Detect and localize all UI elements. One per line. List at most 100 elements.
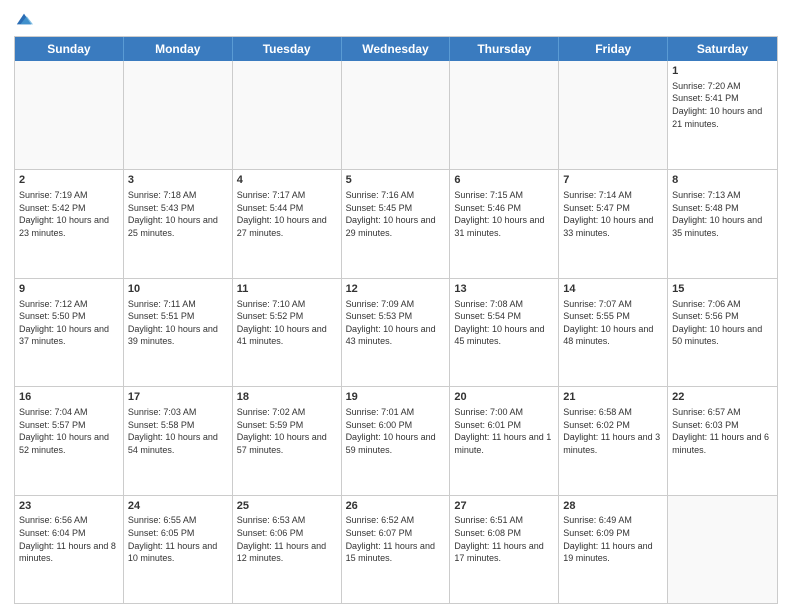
day-number: 14 — [563, 282, 663, 297]
day-info: Sunrise: 6:56 AM Sunset: 6:04 PM Dayligh… — [19, 514, 119, 564]
logo — [14, 10, 33, 28]
day-info: Sunrise: 6:55 AM Sunset: 6:05 PM Dayligh… — [128, 514, 228, 564]
day-info: Sunrise: 7:20 AM Sunset: 5:41 PM Dayligh… — [672, 80, 773, 130]
day-info: Sunrise: 7:06 AM Sunset: 5:56 PM Dayligh… — [672, 298, 773, 348]
week-row-4: 16Sunrise: 7:04 AM Sunset: 5:57 PM Dayli… — [15, 386, 777, 494]
day-header-tuesday: Tuesday — [233, 37, 342, 61]
header — [14, 10, 778, 28]
day-info: Sunrise: 7:17 AM Sunset: 5:44 PM Dayligh… — [237, 189, 337, 239]
week-row-3: 9Sunrise: 7:12 AM Sunset: 5:50 PM Daylig… — [15, 278, 777, 386]
day-number: 2 — [19, 173, 119, 188]
day-cell-8: 8Sunrise: 7:13 AM Sunset: 5:48 PM Daylig… — [668, 170, 777, 277]
day-number: 16 — [19, 390, 119, 405]
day-info: Sunrise: 7:02 AM Sunset: 5:59 PM Dayligh… — [237, 406, 337, 456]
day-cell-18: 18Sunrise: 7:02 AM Sunset: 5:59 PM Dayli… — [233, 387, 342, 494]
day-info: Sunrise: 6:57 AM Sunset: 6:03 PM Dayligh… — [672, 406, 773, 456]
day-info: Sunrise: 6:49 AM Sunset: 6:09 PM Dayligh… — [563, 514, 663, 564]
logo-text — [14, 10, 33, 28]
day-info: Sunrise: 7:09 AM Sunset: 5:53 PM Dayligh… — [346, 298, 446, 348]
day-cell-1: 1Sunrise: 7:20 AM Sunset: 5:41 PM Daylig… — [668, 61, 777, 169]
day-number: 5 — [346, 173, 446, 188]
day-number: 25 — [237, 499, 337, 514]
day-cell-6: 6Sunrise: 7:15 AM Sunset: 5:46 PM Daylig… — [450, 170, 559, 277]
day-info: Sunrise: 7:00 AM Sunset: 6:01 PM Dayligh… — [454, 406, 554, 456]
page: SundayMondayTuesdayWednesdayThursdayFrid… — [0, 0, 792, 612]
day-cell-27: 27Sunrise: 6:51 AM Sunset: 6:08 PM Dayli… — [450, 496, 559, 603]
day-number: 11 — [237, 282, 337, 297]
day-header-monday: Monday — [124, 37, 233, 61]
day-info: Sunrise: 7:10 AM Sunset: 5:52 PM Dayligh… — [237, 298, 337, 348]
day-cell-13: 13Sunrise: 7:08 AM Sunset: 5:54 PM Dayli… — [450, 279, 559, 386]
week-row-2: 2Sunrise: 7:19 AM Sunset: 5:42 PM Daylig… — [15, 169, 777, 277]
day-number: 15 — [672, 282, 773, 297]
day-number: 24 — [128, 499, 228, 514]
day-info: Sunrise: 7:03 AM Sunset: 5:58 PM Dayligh… — [128, 406, 228, 456]
day-number: 18 — [237, 390, 337, 405]
day-header-sunday: Sunday — [15, 37, 124, 61]
day-number: 26 — [346, 499, 446, 514]
day-cell-17: 17Sunrise: 7:03 AM Sunset: 5:58 PM Dayli… — [124, 387, 233, 494]
day-number: 20 — [454, 390, 554, 405]
day-info: Sunrise: 7:16 AM Sunset: 5:45 PM Dayligh… — [346, 189, 446, 239]
week-row-1: 1Sunrise: 7:20 AM Sunset: 5:41 PM Daylig… — [15, 61, 777, 169]
day-cell-empty — [124, 61, 233, 169]
day-cell-empty — [233, 61, 342, 169]
day-number: 13 — [454, 282, 554, 297]
day-number: 6 — [454, 173, 554, 188]
day-info: Sunrise: 7:11 AM Sunset: 5:51 PM Dayligh… — [128, 298, 228, 348]
day-number: 8 — [672, 173, 773, 188]
day-info: Sunrise: 7:19 AM Sunset: 5:42 PM Dayligh… — [19, 189, 119, 239]
day-cell-12: 12Sunrise: 7:09 AM Sunset: 5:53 PM Dayli… — [342, 279, 451, 386]
day-number: 17 — [128, 390, 228, 405]
day-header-friday: Friday — [559, 37, 668, 61]
day-cell-9: 9Sunrise: 7:12 AM Sunset: 5:50 PM Daylig… — [15, 279, 124, 386]
day-cell-28: 28Sunrise: 6:49 AM Sunset: 6:09 PM Dayli… — [559, 496, 668, 603]
day-number: 12 — [346, 282, 446, 297]
day-cell-empty — [559, 61, 668, 169]
day-cell-4: 4Sunrise: 7:17 AM Sunset: 5:44 PM Daylig… — [233, 170, 342, 277]
day-cell-15: 15Sunrise: 7:06 AM Sunset: 5:56 PM Dayli… — [668, 279, 777, 386]
day-cell-empty — [342, 61, 451, 169]
day-info: Sunrise: 7:13 AM Sunset: 5:48 PM Dayligh… — [672, 189, 773, 239]
day-cell-empty — [450, 61, 559, 169]
day-cell-10: 10Sunrise: 7:11 AM Sunset: 5:51 PM Dayli… — [124, 279, 233, 386]
day-cell-empty — [15, 61, 124, 169]
day-cell-16: 16Sunrise: 7:04 AM Sunset: 5:57 PM Dayli… — [15, 387, 124, 494]
day-cell-empty — [668, 496, 777, 603]
day-info: Sunrise: 6:58 AM Sunset: 6:02 PM Dayligh… — [563, 406, 663, 456]
day-number: 27 — [454, 499, 554, 514]
day-number: 4 — [237, 173, 337, 188]
day-info: Sunrise: 6:53 AM Sunset: 6:06 PM Dayligh… — [237, 514, 337, 564]
calendar-body: 1Sunrise: 7:20 AM Sunset: 5:41 PM Daylig… — [15, 61, 777, 603]
day-info: Sunrise: 7:14 AM Sunset: 5:47 PM Dayligh… — [563, 189, 663, 239]
day-cell-21: 21Sunrise: 6:58 AM Sunset: 6:02 PM Dayli… — [559, 387, 668, 494]
day-cell-24: 24Sunrise: 6:55 AM Sunset: 6:05 PM Dayli… — [124, 496, 233, 603]
day-cell-19: 19Sunrise: 7:01 AM Sunset: 6:00 PM Dayli… — [342, 387, 451, 494]
day-cell-5: 5Sunrise: 7:16 AM Sunset: 5:45 PM Daylig… — [342, 170, 451, 277]
day-info: Sunrise: 6:51 AM Sunset: 6:08 PM Dayligh… — [454, 514, 554, 564]
day-cell-2: 2Sunrise: 7:19 AM Sunset: 5:42 PM Daylig… — [15, 170, 124, 277]
day-number: 1 — [672, 64, 773, 79]
day-number: 23 — [19, 499, 119, 514]
day-number: 22 — [672, 390, 773, 405]
day-info: Sunrise: 7:18 AM Sunset: 5:43 PM Dayligh… — [128, 189, 228, 239]
day-number: 9 — [19, 282, 119, 297]
day-number: 7 — [563, 173, 663, 188]
calendar: SundayMondayTuesdayWednesdayThursdayFrid… — [14, 36, 778, 604]
day-info: Sunrise: 7:08 AM Sunset: 5:54 PM Dayligh… — [454, 298, 554, 348]
day-info: Sunrise: 7:12 AM Sunset: 5:50 PM Dayligh… — [19, 298, 119, 348]
day-number: 21 — [563, 390, 663, 405]
logo-icon — [15, 10, 33, 28]
day-info: Sunrise: 7:07 AM Sunset: 5:55 PM Dayligh… — [563, 298, 663, 348]
day-number: 28 — [563, 499, 663, 514]
day-info: Sunrise: 7:15 AM Sunset: 5:46 PM Dayligh… — [454, 189, 554, 239]
day-cell-3: 3Sunrise: 7:18 AM Sunset: 5:43 PM Daylig… — [124, 170, 233, 277]
day-header-wednesday: Wednesday — [342, 37, 451, 61]
day-header-thursday: Thursday — [450, 37, 559, 61]
day-info: Sunrise: 7:01 AM Sunset: 6:00 PM Dayligh… — [346, 406, 446, 456]
day-number: 19 — [346, 390, 446, 405]
day-info: Sunrise: 6:52 AM Sunset: 6:07 PM Dayligh… — [346, 514, 446, 564]
day-number: 10 — [128, 282, 228, 297]
day-headers: SundayMondayTuesdayWednesdayThursdayFrid… — [15, 37, 777, 61]
day-header-saturday: Saturday — [668, 37, 777, 61]
